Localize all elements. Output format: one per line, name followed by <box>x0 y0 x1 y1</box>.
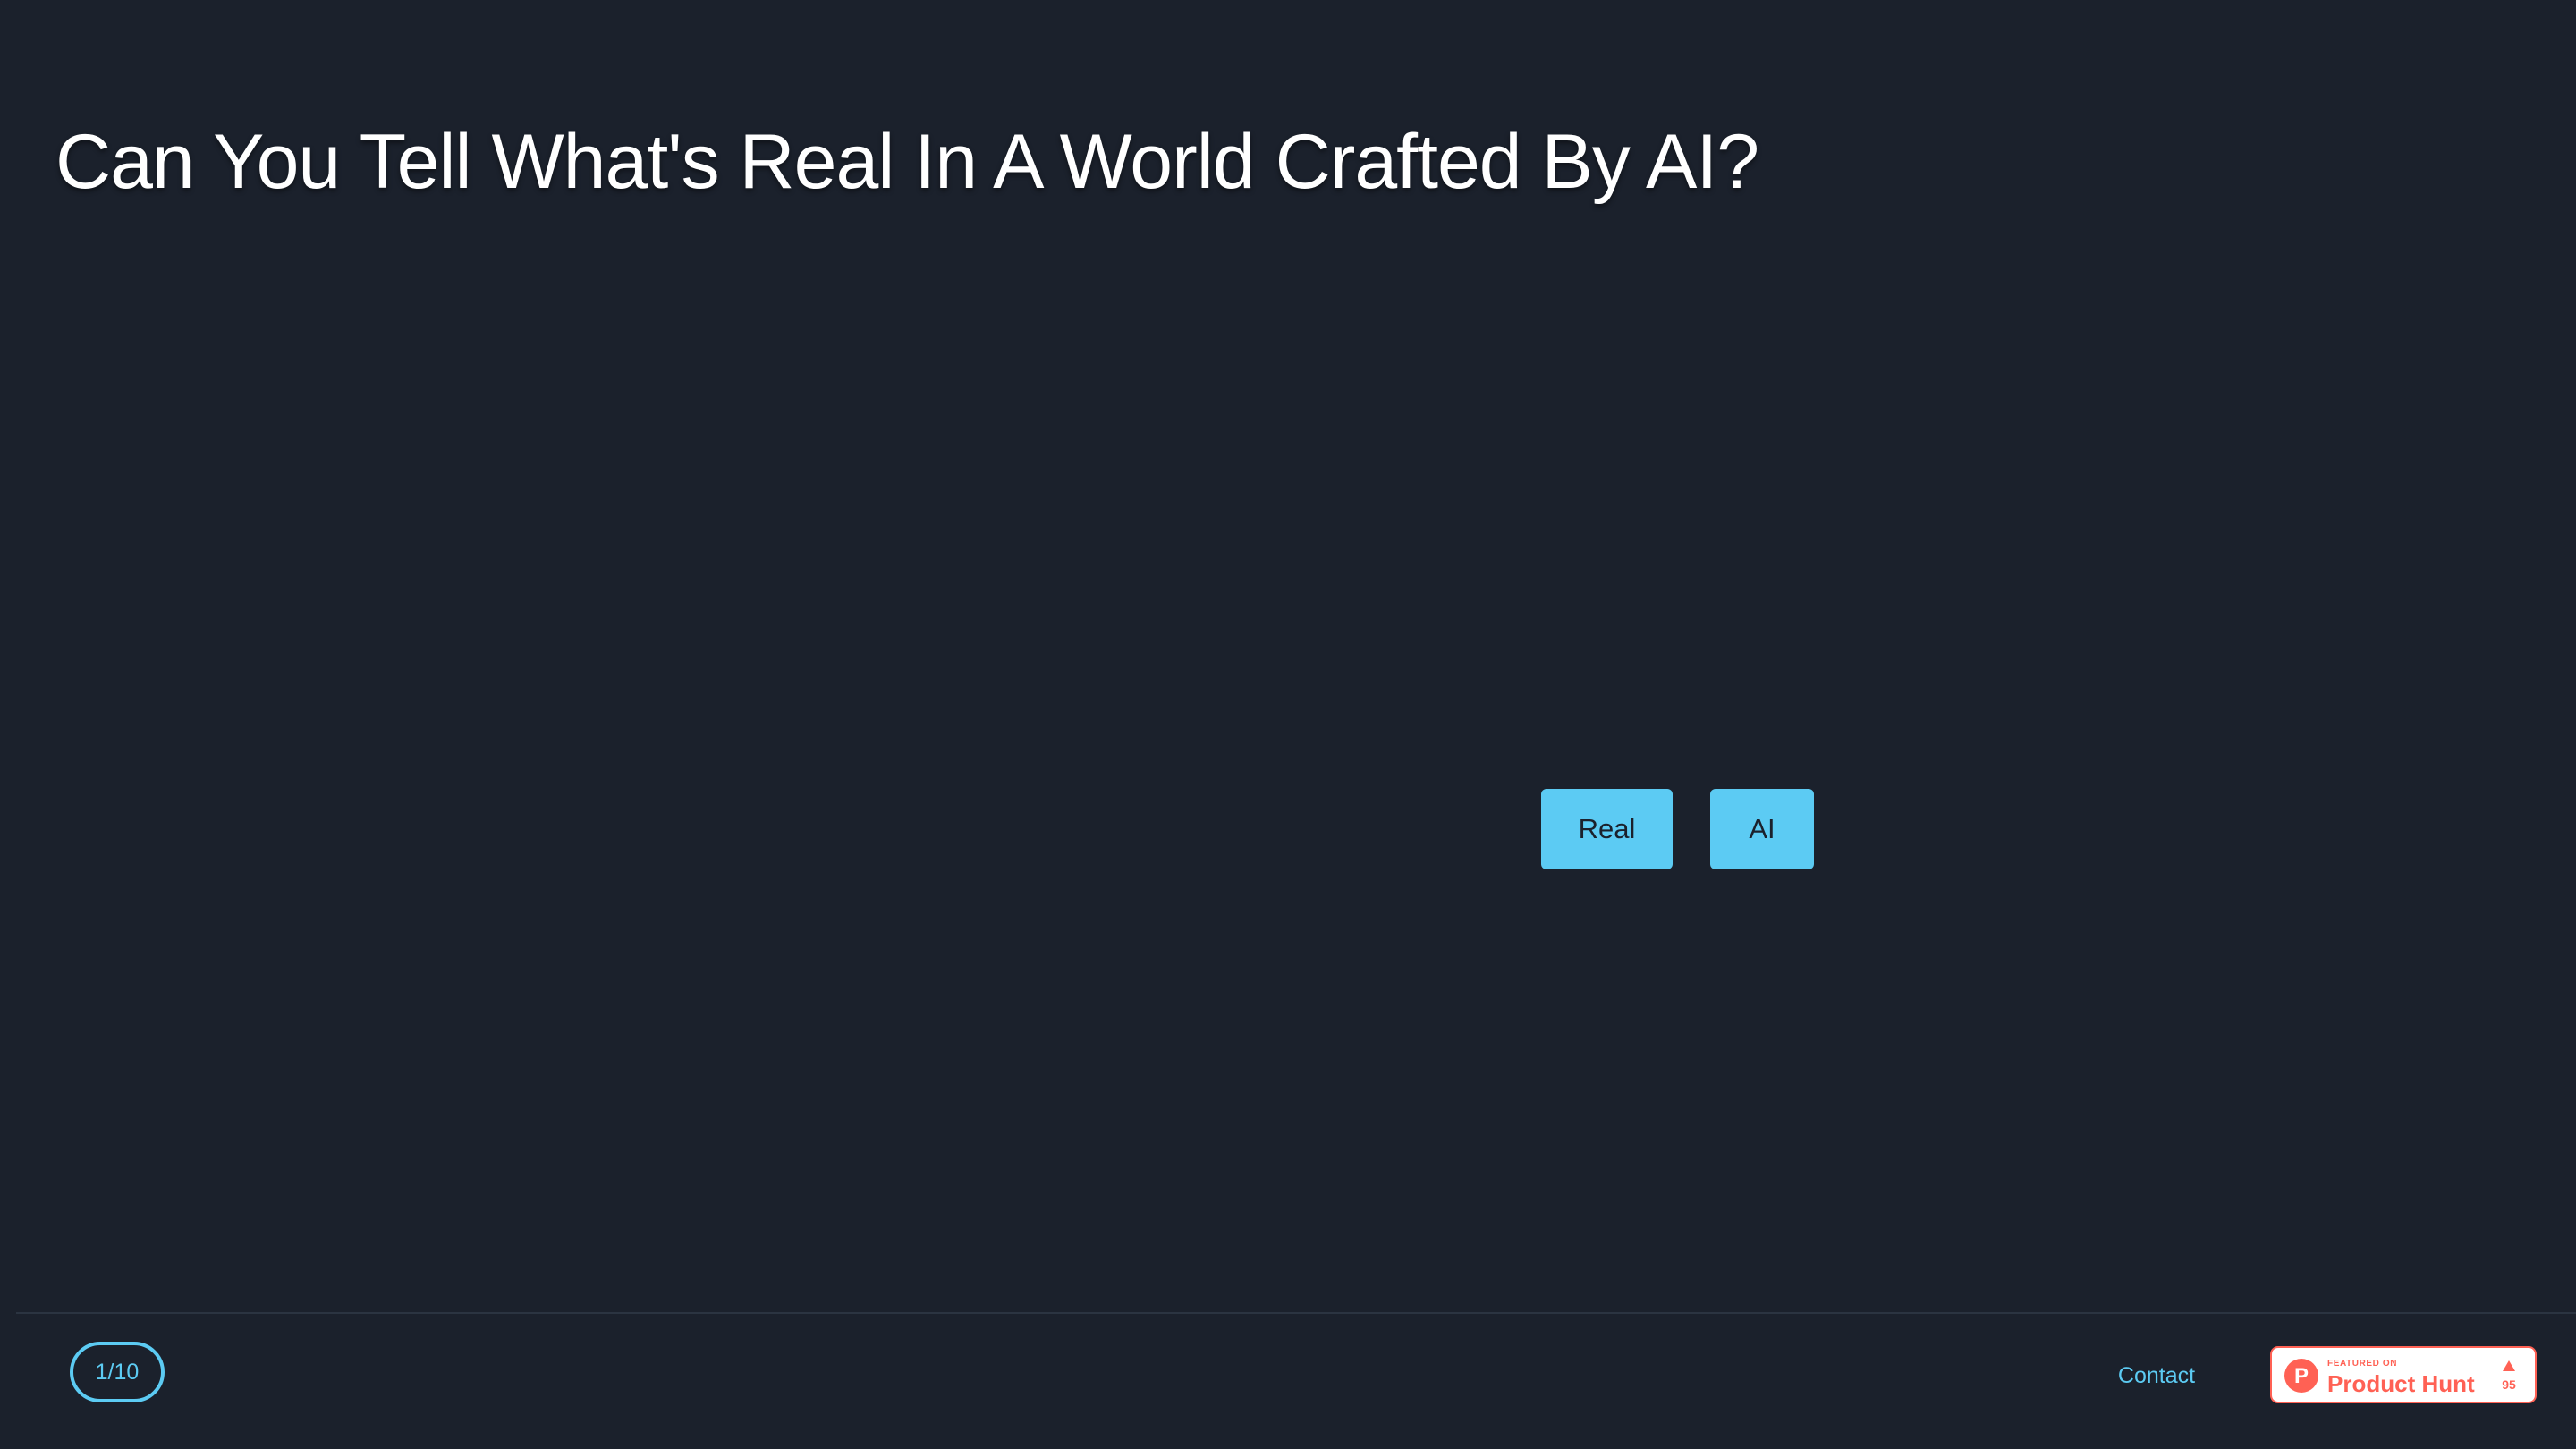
ai-button[interactable]: AI <box>1710 789 1814 869</box>
footer-divider <box>16 1312 2576 1314</box>
product-hunt-badge[interactable]: P FEATURED ON Product Hunt 95 <box>2270 1346 2537 1403</box>
progress-counter: 1/10 <box>70 1342 165 1402</box>
product-hunt-vote-count: 95 <box>2502 1377 2516 1392</box>
upvote-arrow-icon <box>2503 1360 2515 1371</box>
product-hunt-name: Product Hunt <box>2327 1370 2475 1397</box>
product-hunt-featured-label: FEATURED ON <box>2327 1359 2398 1368</box>
real-button[interactable]: Real <box>1541 789 1673 869</box>
product-hunt-logo-letter: P <box>2294 1364 2309 1388</box>
page-title: Can You Tell What's Real In A World Craf… <box>55 119 1759 205</box>
contact-link[interactable]: Contact <box>2116 1358 2197 1394</box>
page: Can You Tell What's Real In A World Craf… <box>0 0 2576 1449</box>
product-hunt-logo-icon: P <box>2284 1359 2318 1393</box>
